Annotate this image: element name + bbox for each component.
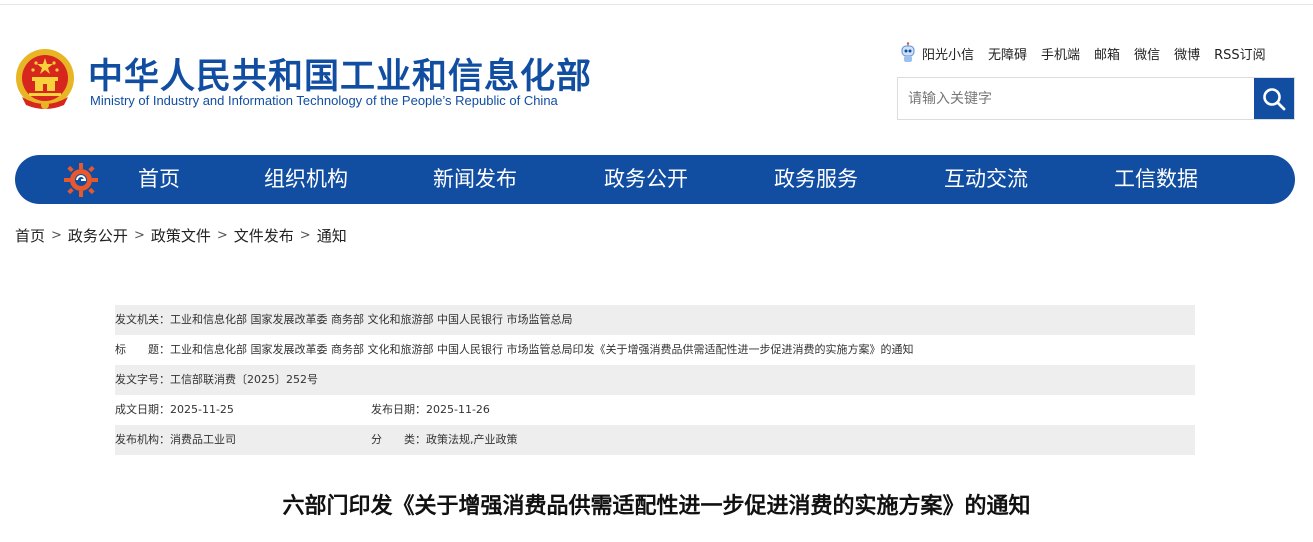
search-box [897, 77, 1295, 120]
link-wechat[interactable]: 微信 [1134, 44, 1160, 63]
breadcrumb-government-affairs[interactable]: 政务公开 [68, 225, 128, 246]
chevron-right-icon: > [216, 228, 228, 243]
nav-item-data[interactable]: 工信数据 [1114, 155, 1198, 204]
article-title: 六部门印发《关于增强消费品供需适配性进一步促进消费的实施方案》的通知 [282, 494, 1031, 519]
nav-item-government-affairs[interactable]: 政务公开 [604, 155, 688, 204]
docno-value: 工信部联消费〔2025〕252号 [170, 373, 318, 386]
link-rss[interactable]: RSS订阅 [1214, 44, 1266, 63]
main-nav: 首页 组织机构 新闻发布 政务公开 政务服务 互动交流 工信数据 [15, 155, 1295, 204]
document-meta-table: 发文机关：工业和信息化部 国家发展改革委 商务部 文化和旅游部 中国人民银行 市… [115, 305, 1195, 455]
meta-row-org: 发布机构：消费品工业司 分 类：政策法规,产业政策 [115, 425, 1195, 455]
chevron-right-icon: > [133, 228, 145, 243]
link-yangguang-xiaoxin[interactable]: 阳光小信 [922, 44, 974, 63]
top-divider [0, 4, 1313, 5]
category-label: 分 类： [371, 433, 426, 446]
chevron-right-icon: > [299, 228, 311, 243]
meta-row-docno: 发文字号：工信部联消费〔2025〕252号 [115, 365, 1195, 395]
breadcrumb-notice[interactable]: 通知 [317, 225, 347, 246]
breadcrumb-policy-documents[interactable]: 政策文件 [151, 225, 211, 246]
title-label: 标 题： [115, 343, 170, 356]
miit-logo-icon[interactable] [63, 162, 99, 198]
robot-icon[interactable] [898, 42, 918, 64]
search-button[interactable] [1254, 78, 1294, 119]
meta-row-title: 标 题：工业和信息化部 国家发展改革委 商务部 文化和旅游部 中国人民银行 市场… [115, 335, 1195, 365]
breadcrumb: 首页 > 政务公开 > 政策文件 > 文件发布 > 通知 [15, 225, 347, 246]
nav-item-interaction[interactable]: 互动交流 [944, 155, 1028, 204]
link-mailbox[interactable]: 邮箱 [1094, 44, 1120, 63]
chevron-right-icon: > [51, 228, 62, 243]
nav-item-home[interactable]: 首页 [138, 155, 180, 204]
docno-label: 发文字号： [115, 373, 170, 386]
national-emblem-icon[interactable] [14, 47, 76, 113]
nav-item-news[interactable]: 新闻发布 [433, 155, 517, 204]
created-date-label: 成文日期： [115, 403, 170, 416]
search-icon [1263, 87, 1286, 110]
top-links: 阳光小信 无障碍 手机端 邮箱 微信 微博 RSS订阅 [898, 42, 1266, 64]
published-date-label: 发布日期： [371, 403, 426, 416]
issuer-label: 发文机关： [115, 313, 170, 326]
breadcrumb-home[interactable]: 首页 [15, 225, 45, 246]
meta-row-issuer: 发文机关：工业和信息化部 国家发展改革委 商务部 文化和旅游部 中国人民银行 市… [115, 305, 1195, 335]
issuer-value: 工业和信息化部 国家发展改革委 商务部 文化和旅游部 中国人民银行 市场监管总局 [170, 313, 573, 326]
category-value: 政策法规,产业政策 [426, 433, 518, 446]
site-title-cn[interactable]: 中华人民共和国工业和信息化部 [88, 48, 592, 99]
link-mobile[interactable]: 手机端 [1041, 44, 1080, 63]
title-value: 工业和信息化部 国家发展改革委 商务部 文化和旅游部 中国人民银行 市场监管总局… [170, 343, 914, 356]
nav-item-government-services[interactable]: 政务服务 [774, 155, 858, 204]
org-label: 发布机构： [115, 433, 170, 446]
link-accessibility[interactable]: 无障碍 [988, 44, 1027, 63]
created-date-value: 2025-11-25 [170, 403, 234, 416]
org-value: 消费品工业司 [170, 433, 236, 446]
meta-row-dates: 成文日期：2025-11-25 发布日期：2025-11-26 [115, 395, 1195, 425]
site-title-en[interactable]: Ministry of Industry and Information Tec… [90, 93, 558, 108]
link-weibo[interactable]: 微博 [1174, 44, 1200, 63]
published-date-value: 2025-11-26 [426, 403, 490, 416]
search-input[interactable] [898, 78, 1254, 119]
breadcrumb-document-release[interactable]: 文件发布 [234, 225, 294, 246]
nav-item-organization[interactable]: 组织机构 [264, 155, 348, 204]
